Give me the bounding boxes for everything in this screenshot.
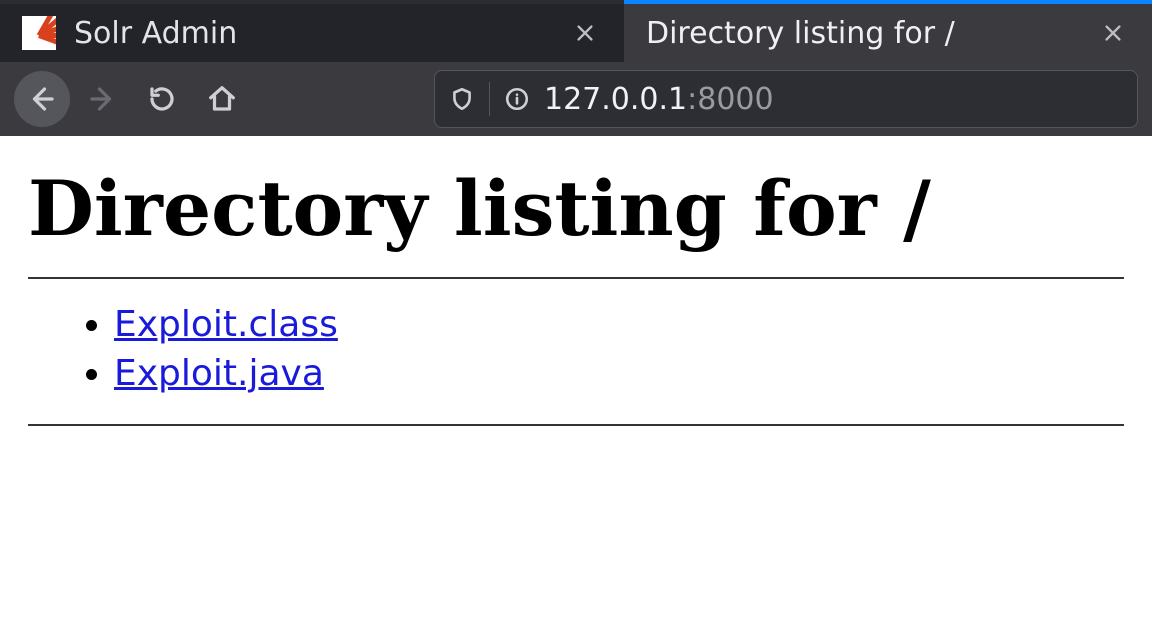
close-tab-button[interactable] xyxy=(1102,22,1124,44)
url-text: 127.0.0.1:8000 xyxy=(544,82,774,117)
close-tab-button[interactable] xyxy=(574,22,596,44)
page-content: Directory listing for / Exploit.class Ex… xyxy=(0,164,1152,426)
info-icon[interactable] xyxy=(504,86,530,112)
home-button[interactable] xyxy=(194,71,250,127)
tab-solr-admin[interactable]: Solr Admin xyxy=(0,4,624,62)
list-item: Exploit.class xyxy=(114,301,1124,350)
solr-favicon xyxy=(22,16,56,50)
reload-button[interactable] xyxy=(134,71,190,127)
url-port: :8000 xyxy=(687,82,773,117)
tracking-shield-icon[interactable] xyxy=(449,86,475,112)
tab-title: Solr Admin xyxy=(74,16,556,51)
address-bar[interactable]: 127.0.0.1:8000 xyxy=(434,70,1138,128)
url-host: 127.0.0.1 xyxy=(544,82,687,117)
back-button[interactable] xyxy=(14,71,70,127)
tab-bar: Solr Admin Directory listing for / xyxy=(0,0,1152,62)
forward-button[interactable] xyxy=(74,71,130,127)
hr-bottom xyxy=(28,424,1124,426)
separator xyxy=(489,82,490,116)
list-item: Exploit.java xyxy=(114,350,1124,399)
file-link[interactable]: Exploit.class xyxy=(114,304,338,345)
page-heading: Directory listing for / xyxy=(28,164,1124,253)
tab-directory-listing[interactable]: Directory listing for / xyxy=(624,0,1152,62)
tab-title: Directory listing for / xyxy=(646,16,1084,51)
file-link[interactable]: Exploit.java xyxy=(114,353,324,394)
file-list: Exploit.class Exploit.java xyxy=(28,301,1124,398)
browser-chrome: Solr Admin Directory listing for / xyxy=(0,0,1152,136)
nav-toolbar: 127.0.0.1:8000 xyxy=(0,62,1152,136)
hr-top xyxy=(28,277,1124,279)
